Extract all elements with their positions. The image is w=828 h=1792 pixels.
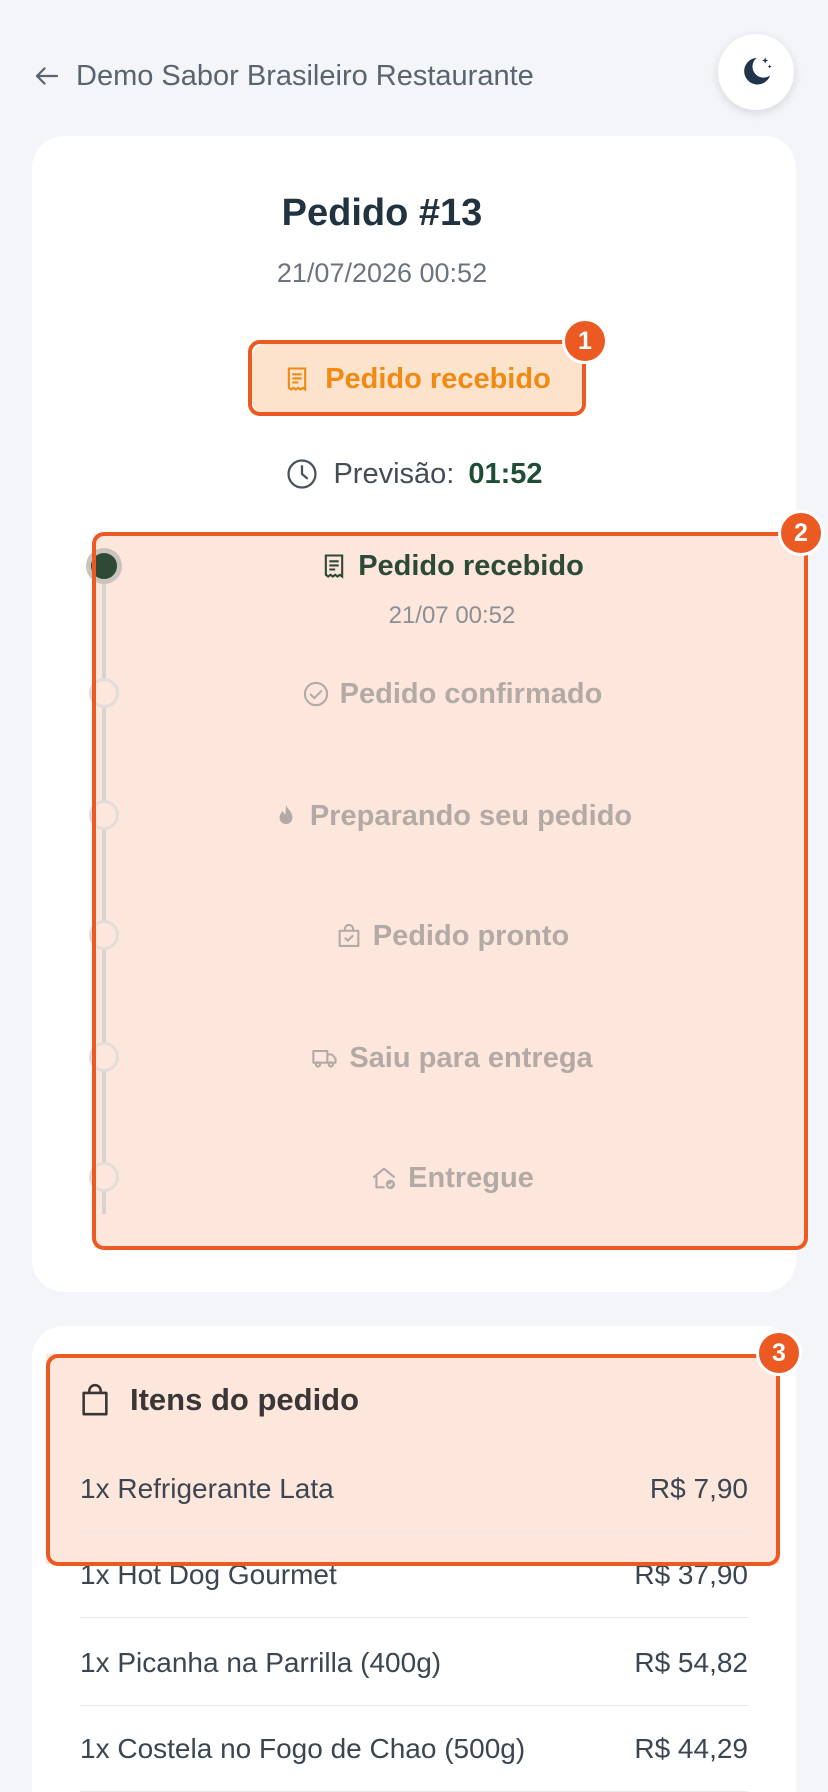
timeline-dot [89,1042,119,1072]
timeline-step-label: Pedido pronto [134,914,770,958]
items-header: Itens do pedido [80,1378,359,1422]
check-circle-icon [303,681,328,707]
timeline-step-label: Pedido confirmado [134,672,770,716]
item-name: 1x Costela no Fogo de Chao (500g) [80,1732,526,1764]
timeline-step-label: Entregue [134,1156,770,1200]
timeline-step-label: Preparando seu pedido [134,794,770,838]
delivery-forecast: Previsão: 01:52 [0,452,828,496]
timeline-dot [89,678,119,708]
moon-stars-icon [744,57,772,85]
bag-check-icon [338,923,360,947]
timeline-dot [89,1162,119,1192]
clock-icon [287,459,318,489]
timeline-step-text: Entregue [408,1161,534,1194]
timeline-step-label: Saiu para entrega [134,1036,770,1080]
order-title: Pedido #13 [281,192,483,234]
arrow-left-icon [35,67,59,85]
top-bar: Demo Sabor Brasileiro Restaurante [0,0,828,130]
timeline-step-time: 21/07 00:52 [388,602,516,629]
restaurant-name: Demo Sabor Brasileiro Restaurante [76,59,534,92]
theme-toggle-button[interactable] [718,34,794,110]
timeline-step-text: Pedido pronto [372,919,570,952]
truck-icon [312,1049,337,1068]
receipt-icon [324,554,344,579]
forecast-time: 01:52 [468,457,543,490]
item-price: R$ 7,90 [649,1472,748,1504]
annotation-badge-2: 2 [778,510,824,556]
annotation-badge-1: 1 [562,318,608,364]
timeline-dot [89,920,119,950]
timeline-line [102,564,106,1214]
list-item: 1x Costela no Fogo de Chao (500g) R$ 44,… [80,1706,748,1792]
receipt-icon [287,367,307,392]
item-price: R$ 44,29 [634,1732,748,1764]
list-item: 1x Refrigerante Lata R$ 7,90 [80,1446,748,1532]
item-price: R$ 54,82 [634,1646,748,1678]
item-name: 1x Refrigerante Lata [80,1472,334,1504]
shopping-bag-icon [82,1383,108,1416]
timeline-step-text: Pedido recebido [358,549,584,582]
items-header-title: Itens do pedido [130,1382,360,1417]
timeline-step-label: Pedido recebido [134,544,770,588]
forecast-label: Previsão: [333,457,455,490]
status-badge: Pedido recebido [252,344,582,414]
list-item: 1x Hot Dog Gourmet R$ 37,90 [80,1532,748,1618]
order-datetime: 21/07/2026 00:52 [276,258,488,288]
timeline-step-text: Preparando seu pedido [309,799,633,832]
timeline-step-text: Saiu para entrega [349,1041,593,1074]
timeline-dot [89,800,119,830]
item-price: R$ 37,90 [634,1558,748,1590]
flame-icon [279,804,293,825]
timeline-dot-active [86,548,122,584]
list-item: 1x Picanha na Parrilla (400g) R$ 54,82 [80,1620,748,1706]
back-link[interactable]: Demo Sabor Brasileiro Restaurante [32,56,534,96]
order-timeline: Pedido recebido 21/07 00:52 Pedido confi… [86,534,806,1248]
item-name: 1x Picanha na Parrilla (400g) [80,1646,442,1678]
house-check-icon [372,1167,396,1190]
annotation-badge-3: 3 [756,1330,802,1376]
timeline-step-text: Pedido confirmado [339,677,603,710]
item-name: 1x Hot Dog Gourmet [80,1558,337,1590]
status-badge-label: Pedido recebido [325,362,551,395]
